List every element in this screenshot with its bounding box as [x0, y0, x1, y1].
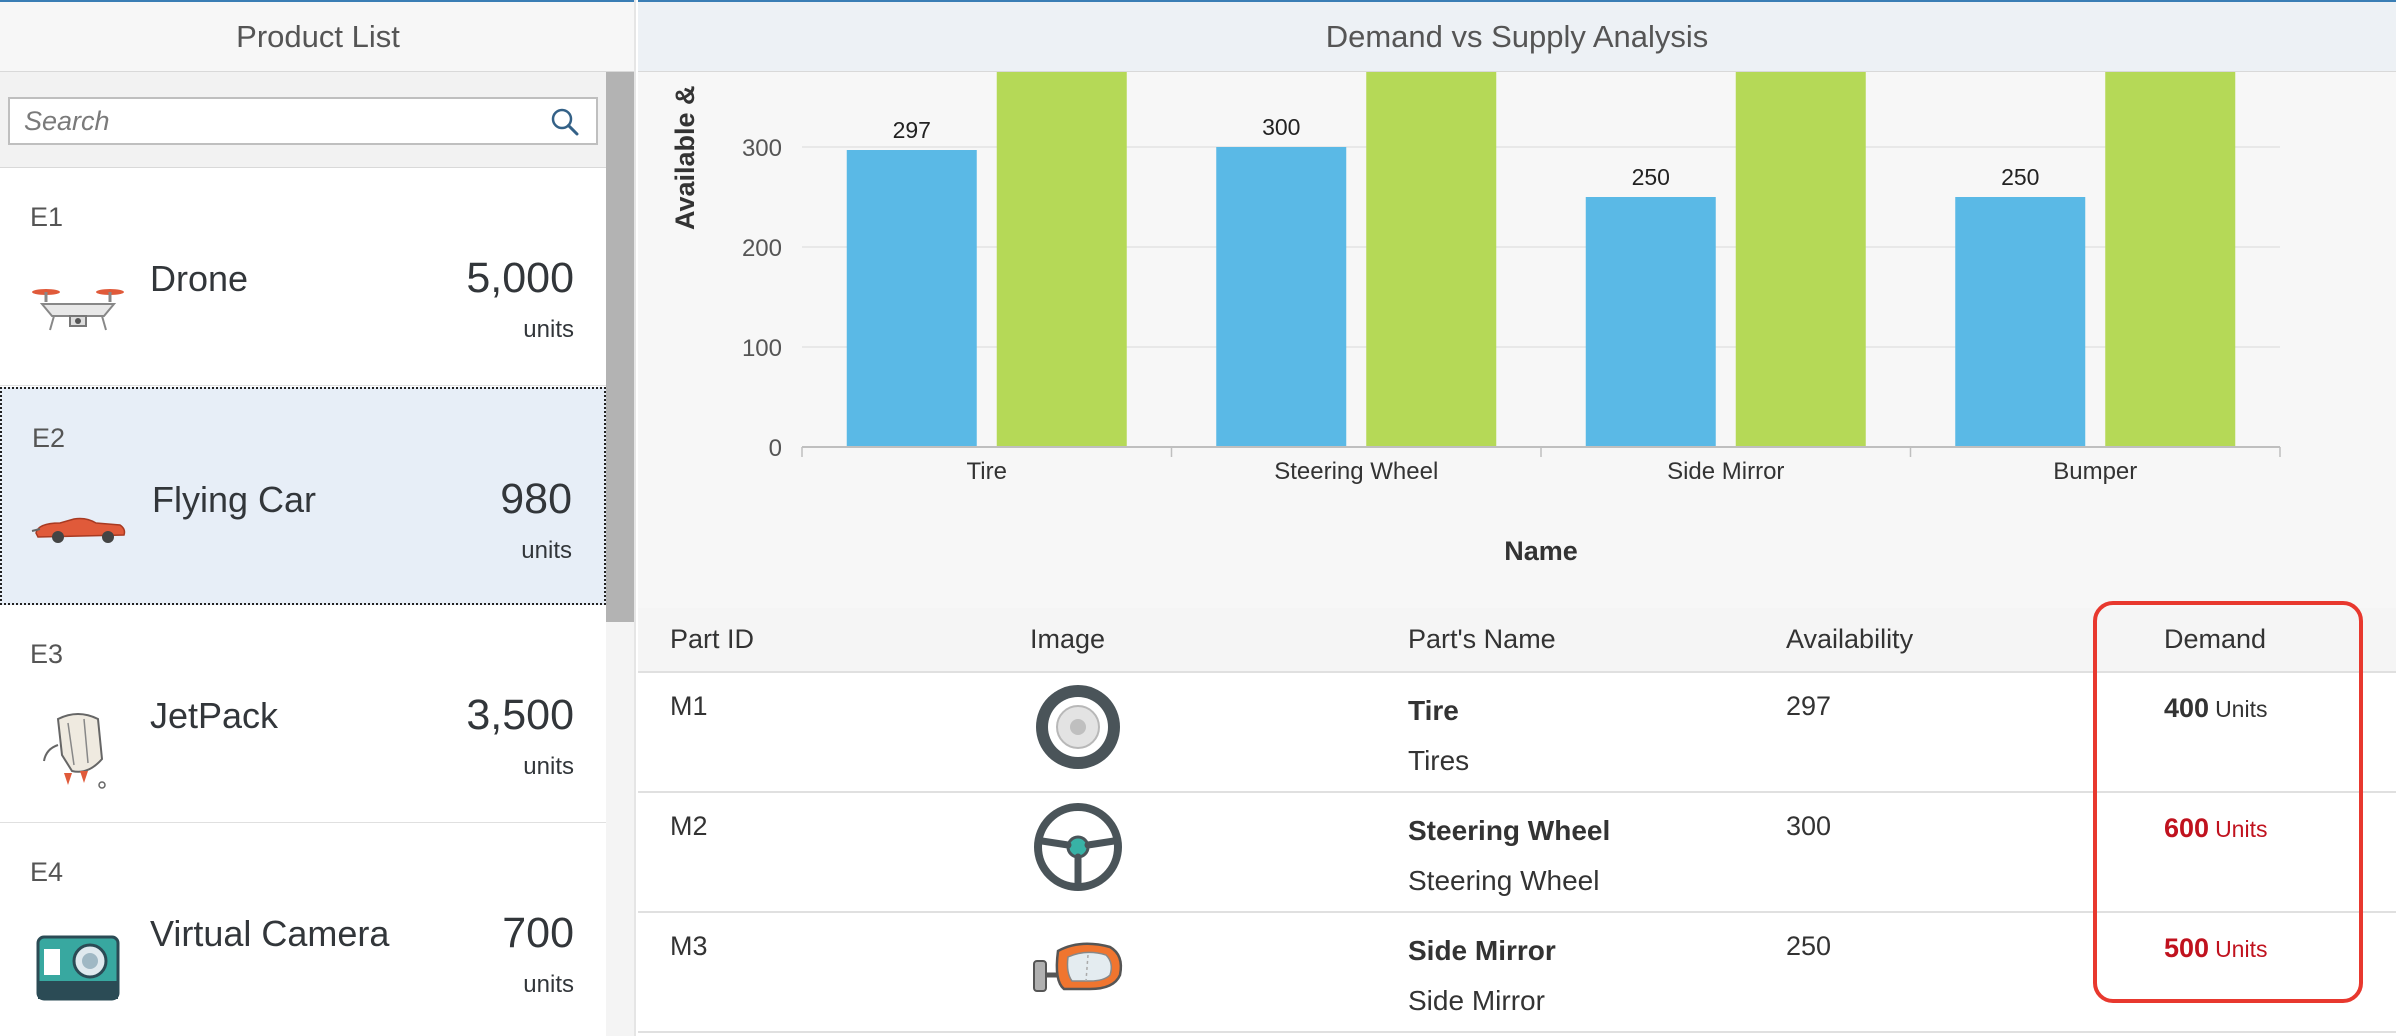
product-unit: units	[523, 316, 574, 343]
product-quantity: 5,000	[466, 254, 574, 302]
column-header-part-name[interactable]: Part's Name	[1408, 624, 1556, 655]
product-id: E1	[30, 202, 64, 232]
product-list-header: Product List	[0, 0, 634, 72]
drone-icon	[32, 289, 124, 331]
product-unit: units	[521, 537, 572, 564]
column-header-demand[interactable]: Demand	[2164, 624, 2266, 655]
x-axis-title: Name	[1504, 536, 1578, 566]
part-name: Steering Wheel	[1408, 815, 1611, 846]
product-quantity: 700	[502, 909, 574, 957]
y-axis-title: Available &	[670, 85, 700, 230]
demand-bar[interactable]	[2105, 72, 2236, 447]
camera-icon	[36, 935, 120, 1001]
part-description: Steering Wheel	[1408, 865, 1600, 896]
product-item-jetpack[interactable]: E3 JetPack 3,500 units	[0, 605, 606, 823]
table-row[interactable]: M3 Side Mirror Side Mirror 250 500 Units	[638, 913, 2396, 1033]
part-id: M3	[670, 931, 708, 961]
product-item-virtual-camera[interactable]: E4 Virtual Camera 700 units	[0, 823, 606, 1036]
detail-title: Demand vs Supply Analysis	[1325, 18, 1709, 54]
detail-pane: Demand vs Supply Analysis 0 100 200 300 297 T…	[638, 0, 2396, 1036]
available-bar[interactable]	[1216, 147, 1347, 447]
demand-unit: Units	[2215, 696, 2268, 722]
part-demand: 500 Units	[2164, 933, 2267, 964]
demand-value: 600	[2164, 813, 2210, 843]
bar-value-label: 297	[893, 117, 931, 143]
demand-bar[interactable]	[1735, 72, 1866, 447]
x-tick-label: Tire	[967, 458, 1007, 485]
product-id: E2	[32, 423, 66, 453]
product-quantity: 980	[500, 475, 572, 523]
product-item-flying-car[interactable]: E2 Flying Car 980 units	[0, 387, 606, 605]
available-bar[interactable]	[1585, 197, 1716, 447]
tire-icon	[1036, 685, 1120, 769]
product-quantity: 3,500	[466, 691, 574, 739]
list-scrollbar[interactable]	[606, 72, 634, 1036]
side-mirror-icon	[1033, 942, 1123, 992]
product-list-pane: Product List E1 Drone 5,000 units	[0, 0, 636, 1036]
parts-table: Part ID Image Part's Name Availability D…	[638, 608, 2396, 1036]
part-description: Side Mirror	[1408, 985, 1545, 1016]
y-tick-label: 200	[742, 235, 782, 262]
search-input[interactable]	[24, 99, 524, 143]
search-bar	[0, 72, 606, 168]
table-header: Part ID Image Part's Name Availability D…	[638, 608, 2396, 673]
y-tick-label: 300	[742, 135, 782, 162]
available-bar[interactable]	[846, 150, 977, 447]
demand-bar[interactable]	[1366, 72, 1497, 447]
y-tick-label: 0	[769, 435, 782, 462]
demand-value: 400	[2164, 693, 2210, 723]
chart-canvas: 0 100 200 300 297 Tire 300 Steering Wheel 250 Sid…	[670, 72, 2281, 566]
part-name: Tire	[1408, 695, 1459, 726]
jetpack-icon	[43, 713, 106, 789]
demand-bar[interactable]	[996, 72, 1127, 447]
bars-group	[846, 72, 2236, 447]
table-row[interactable]: M2 Steering Wheel Steering Wheel 300 600…	[638, 793, 2396, 913]
search-icon[interactable]	[550, 107, 580, 137]
product-unit: units	[523, 753, 574, 780]
product-name: Flying Car	[152, 479, 317, 520]
bar-value-label: 300	[1262, 114, 1300, 140]
part-id: M2	[670, 811, 708, 841]
detail-header: Demand vs Supply Analysis	[638, 0, 2396, 72]
x-tick-label: Side Mirror	[1667, 458, 1784, 485]
part-demand: 600 Units	[2164, 813, 2267, 844]
column-header-part-id[interactable]: Part ID	[670, 624, 754, 655]
part-demand: 400 Units	[2164, 693, 2267, 724]
product-id: E4	[30, 857, 64, 887]
product-item-drone[interactable]: E1 Drone 5,000 units	[0, 168, 606, 386]
flying-car-icon	[31, 517, 126, 543]
x-tick-label: Bumper	[2053, 458, 2137, 485]
product-id: E3	[30, 639, 64, 669]
x-tick-label: Steering Wheel	[1274, 458, 1438, 485]
part-description: Tires	[1408, 745, 1470, 776]
column-header-image[interactable]: Image	[1030, 624, 1105, 655]
column-header-availability[interactable]: Availability	[1786, 624, 1913, 655]
product-name: Drone	[150, 258, 249, 299]
bar-value-label: 250	[1632, 164, 1670, 190]
y-tick-label: 100	[742, 335, 782, 362]
table-row[interactable]: M1 Tire Tires 297 400 Units	[638, 673, 2396, 793]
part-availability: 250	[1786, 931, 1832, 961]
demand-unit: Units	[2215, 936, 2268, 962]
part-availability: 300	[1786, 811, 1832, 841]
steering-wheel-icon	[1034, 803, 1122, 891]
scrollbar-thumb[interactable]	[606, 72, 634, 622]
part-id: M1	[670, 691, 708, 721]
product-list-title: Product List	[236, 18, 400, 54]
product-unit: units	[523, 971, 574, 998]
bar-value-label: 250	[2001, 164, 2039, 190]
part-name: Side Mirror	[1408, 935, 1556, 966]
available-bar[interactable]	[1955, 197, 2086, 447]
part-availability: 297	[1786, 691, 1832, 721]
search-field[interactable]	[8, 97, 598, 145]
demand-supply-chart: 0 100 200 300 297 Tire 300 Steering Wheel 250 Sid…	[638, 72, 2396, 610]
demand-unit: Units	[2215, 816, 2268, 842]
product-name: JetPack	[150, 695, 279, 736]
demand-value: 500	[2164, 933, 2210, 963]
product-name: Virtual Camera	[150, 913, 390, 954]
